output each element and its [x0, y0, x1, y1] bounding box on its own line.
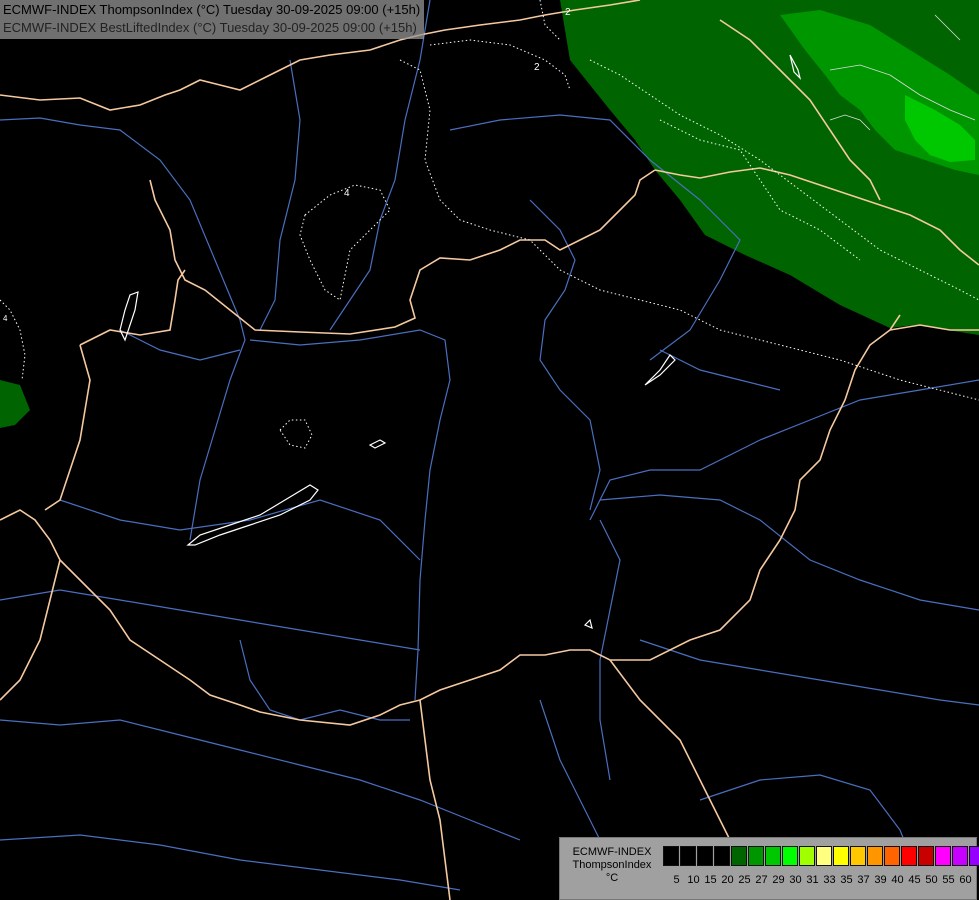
legend-swatch	[799, 846, 815, 866]
legend-swatch	[935, 846, 951, 866]
legend-swatch	[918, 846, 934, 866]
legend-tick: 27	[755, 874, 768, 886]
legend-swatch	[782, 846, 798, 866]
legend-unit: °C	[605, 872, 619, 884]
legend-tick: 35	[840, 874, 853, 886]
color-legend: ECMWF-INDEX ThompsonIndex °C 5 10 15 20 25 27…	[559, 837, 979, 900]
legend-tick: 45	[908, 874, 921, 886]
legend-title: ECMWF-INDEX ThompsonIndex °C	[564, 846, 660, 885]
legend-swatch	[901, 846, 917, 866]
legend-tick: 10	[687, 874, 700, 886]
legend-tick: 29	[772, 874, 785, 886]
legend-swatch	[714, 846, 730, 866]
legend-tick: 37	[857, 874, 870, 886]
contour-label: 2	[534, 62, 540, 73]
contour-label: 4	[3, 314, 8, 323]
map-title-thompson: ECMWF-INDEX ThompsonIndex (°C) Tuesday 3…	[3, 2, 421, 17]
legend-tick: 25	[738, 874, 751, 886]
legend-swatch	[816, 846, 832, 866]
legend-tick: 30	[789, 874, 802, 886]
weather-map: 2 2 4 4	[0, 0, 979, 900]
legend-tick: 50	[925, 874, 938, 886]
legend-swatch	[884, 846, 900, 866]
legend-swatch	[867, 846, 883, 866]
legend-tick: 40	[891, 874, 904, 886]
legend-swatch	[952, 846, 968, 866]
legend-swatch	[663, 846, 679, 866]
legend-swatch	[969, 846, 979, 866]
legend-swatch	[765, 846, 781, 866]
legend-swatch	[680, 846, 696, 866]
legend-tick: 33	[823, 874, 836, 886]
legend-tick: 39	[874, 874, 887, 886]
legend-swatch	[731, 846, 747, 866]
legend-swatch	[748, 846, 764, 866]
legend-tick: 55	[942, 874, 955, 886]
legend-swatch	[850, 846, 866, 866]
legend-tick: 5	[673, 874, 680, 886]
legend-tick: 20	[721, 874, 734, 886]
legend-line-1: ECMWF-INDEX	[572, 846, 652, 858]
legend-swatch	[833, 846, 849, 866]
legend-swatches	[663, 846, 979, 866]
legend-ticks: 5 10 15 20 25 27 29 30 31 33 35 37 39 40 45 50 55 60	[668, 874, 974, 886]
legend-tick: 15	[704, 874, 717, 886]
legend-tick: 31	[806, 874, 819, 886]
map-title-box: ECMWF-INDEX ThompsonIndex (°C) Tuesday 3…	[0, 0, 425, 39]
legend-line-2: ThompsonIndex	[572, 859, 652, 871]
contour-label: 2	[565, 7, 571, 18]
contour-label: 4	[344, 188, 350, 199]
legend-tick: 60	[959, 874, 972, 886]
legend-swatch	[697, 846, 713, 866]
map-title-lifted: ECMWF-INDEX BestLiftedIndex (°C) Tuesday…	[3, 20, 417, 35]
